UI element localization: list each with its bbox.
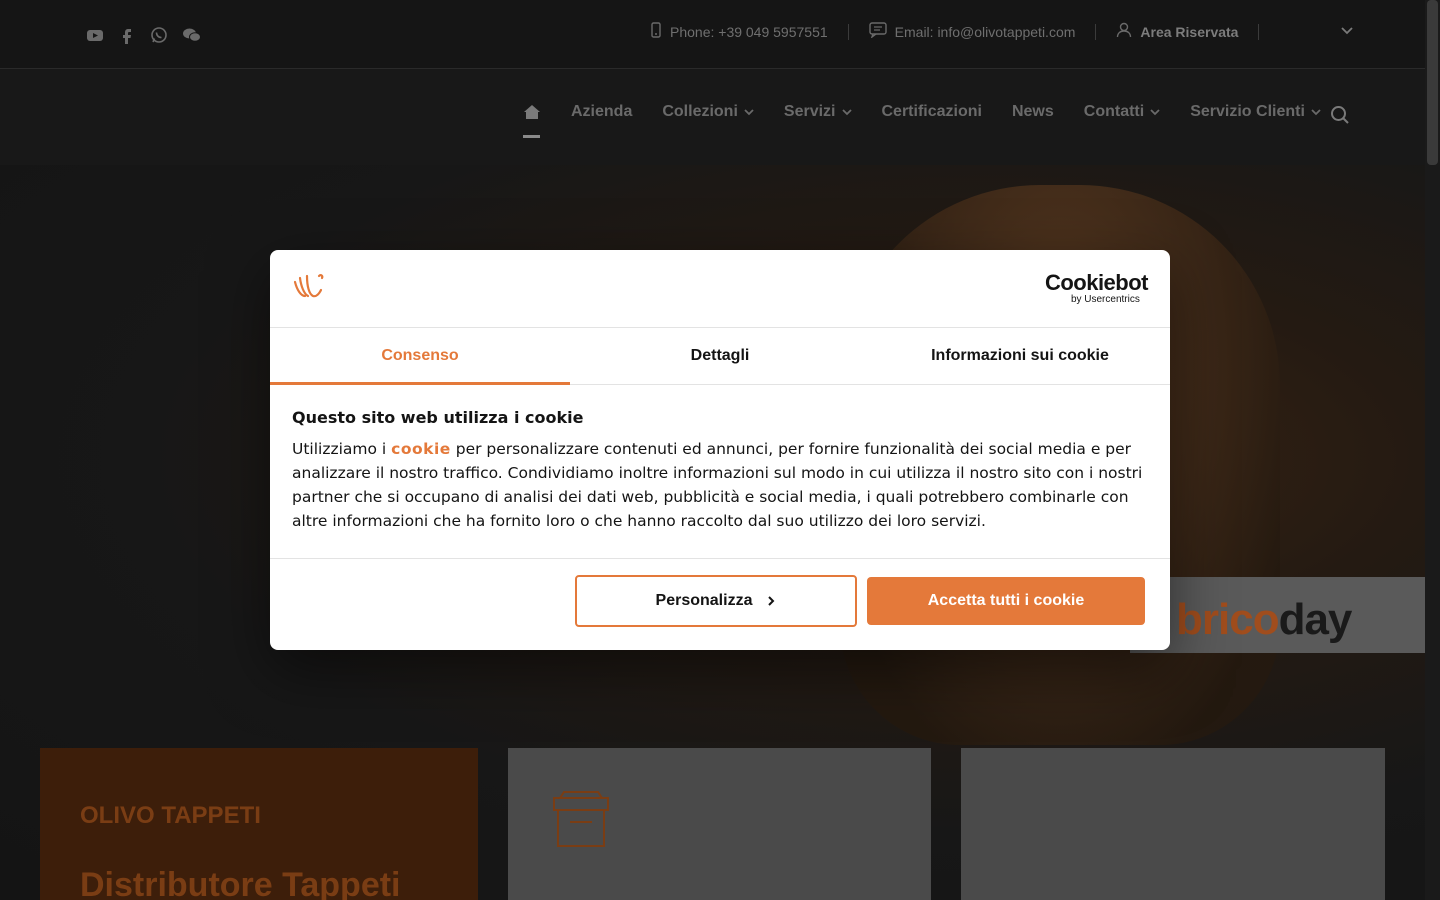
scrollbar-thumb[interactable] [1427, 0, 1438, 165]
wechat-icon[interactable] [182, 26, 201, 44]
whatsapp-icon[interactable] [150, 26, 168, 44]
description-text: Utilizziamo i [292, 440, 392, 458]
customize-button[interactable]: Personalizza [575, 575, 857, 627]
email-link[interactable]: Email: info@olivotappeti.com [868, 22, 1076, 41]
area-riservata-link[interactable]: Area Riservata [1116, 22, 1238, 41]
dialog-description: Utilizziamo i cookie per personalizzare … [292, 437, 1152, 533]
nav-item-servizi[interactable]: Servizi [784, 103, 852, 121]
cookiebot-brand: Cookiebot [1044, 270, 1149, 295]
divider [847, 23, 849, 40]
top-bar: Phone: +39 049 5957551 Email: info@olivo… [0, 0, 1425, 69]
nav-item-servizio-clienti[interactable]: Servizio Clienti [1190, 103, 1321, 121]
divider [1095, 23, 1097, 40]
youtube-icon[interactable] [86, 26, 104, 44]
card-title: Distributore Tappeti [80, 866, 401, 900]
nav-item-contatti[interactable]: Contatti [1084, 103, 1160, 121]
dialog-header: Cookiebot by Usercentrics [270, 250, 1170, 328]
cookie-link[interactable]: cookie [391, 440, 451, 458]
phone-label: Phone: +39 049 5957551 [670, 23, 828, 40]
intro-card: OLIVO TAPPETI Distributore Tappeti [40, 748, 478, 900]
email-label: Email: info@olivotappeti.com [894, 23, 1076, 40]
dialog-footer: Personalizza Accetta tutti i cookie [270, 558, 1170, 650]
accept-all-button[interactable]: Accetta tutti i cookie [867, 577, 1145, 625]
tab-dettagli[interactable]: Dettagli [570, 328, 870, 384]
cookie-consent-dialog: Cookiebot by Usercentrics Consenso Detta… [270, 250, 1170, 650]
tab-informazioni[interactable]: Informazioni sui cookie [870, 328, 1170, 384]
feature-card [508, 748, 931, 900]
phone-icon [650, 22, 662, 41]
chevron-down-icon [1311, 109, 1321, 116]
contact-info: Phone: +39 049 5957551 Email: info@olivo… [650, 22, 1353, 41]
cookiebot-logo[interactable]: Cookiebot by Usercentrics [1044, 270, 1149, 306]
bricoday-logo: bricoday [1176, 595, 1352, 644]
chevron-down-icon [744, 109, 754, 116]
home-icon[interactable] [523, 103, 541, 138]
main-navigation: Azienda Collezioni Servizi Certificazion… [0, 69, 1425, 165]
chevron-down-icon [841, 109, 852, 116]
nav-item-collezioni[interactable]: Collezioni [662, 103, 754, 121]
facebook-icon[interactable] [118, 26, 136, 44]
site-logo-icon [290, 270, 326, 311]
card-brand: OLIVO TAPPETI [80, 802, 261, 829]
chevron-down-icon [1150, 109, 1160, 116]
dialog-body: Questo sito web utilizza i cookie Utiliz… [292, 408, 1152, 533]
dialog-heading: Questo sito web utilizza i cookie [292, 408, 584, 427]
chevron-right-icon [768, 596, 775, 606]
tab-consenso[interactable]: Consenso [270, 328, 570, 385]
chevron-down-icon[interactable] [1340, 24, 1354, 41]
box-icon [550, 790, 612, 857]
user-icon [1116, 22, 1132, 41]
divider [1258, 23, 1260, 40]
nav-item-certificazioni[interactable]: Certificazioni [882, 103, 982, 121]
dialog-tabs: Consenso Dettagli Informazioni sui cooki… [270, 328, 1170, 385]
nav-item-news[interactable]: News [1012, 103, 1054, 121]
area-riservata-label: Area Riservata [1140, 23, 1239, 40]
social-links [86, 26, 201, 44]
phone-link[interactable]: Phone: +39 049 5957551 [650, 22, 828, 41]
customize-label: Personalizza [655, 592, 753, 609]
nav-menu: Azienda Collezioni Servizi Certificazion… [523, 103, 1321, 138]
message-icon [868, 22, 887, 41]
nav-item-azienda[interactable]: Azienda [571, 103, 632, 121]
feature-card [961, 748, 1385, 900]
active-indicator [523, 135, 540, 138]
cookiebot-sub: by Usercentrics [1070, 294, 1140, 305]
search-icon[interactable] [1330, 105, 1350, 130]
